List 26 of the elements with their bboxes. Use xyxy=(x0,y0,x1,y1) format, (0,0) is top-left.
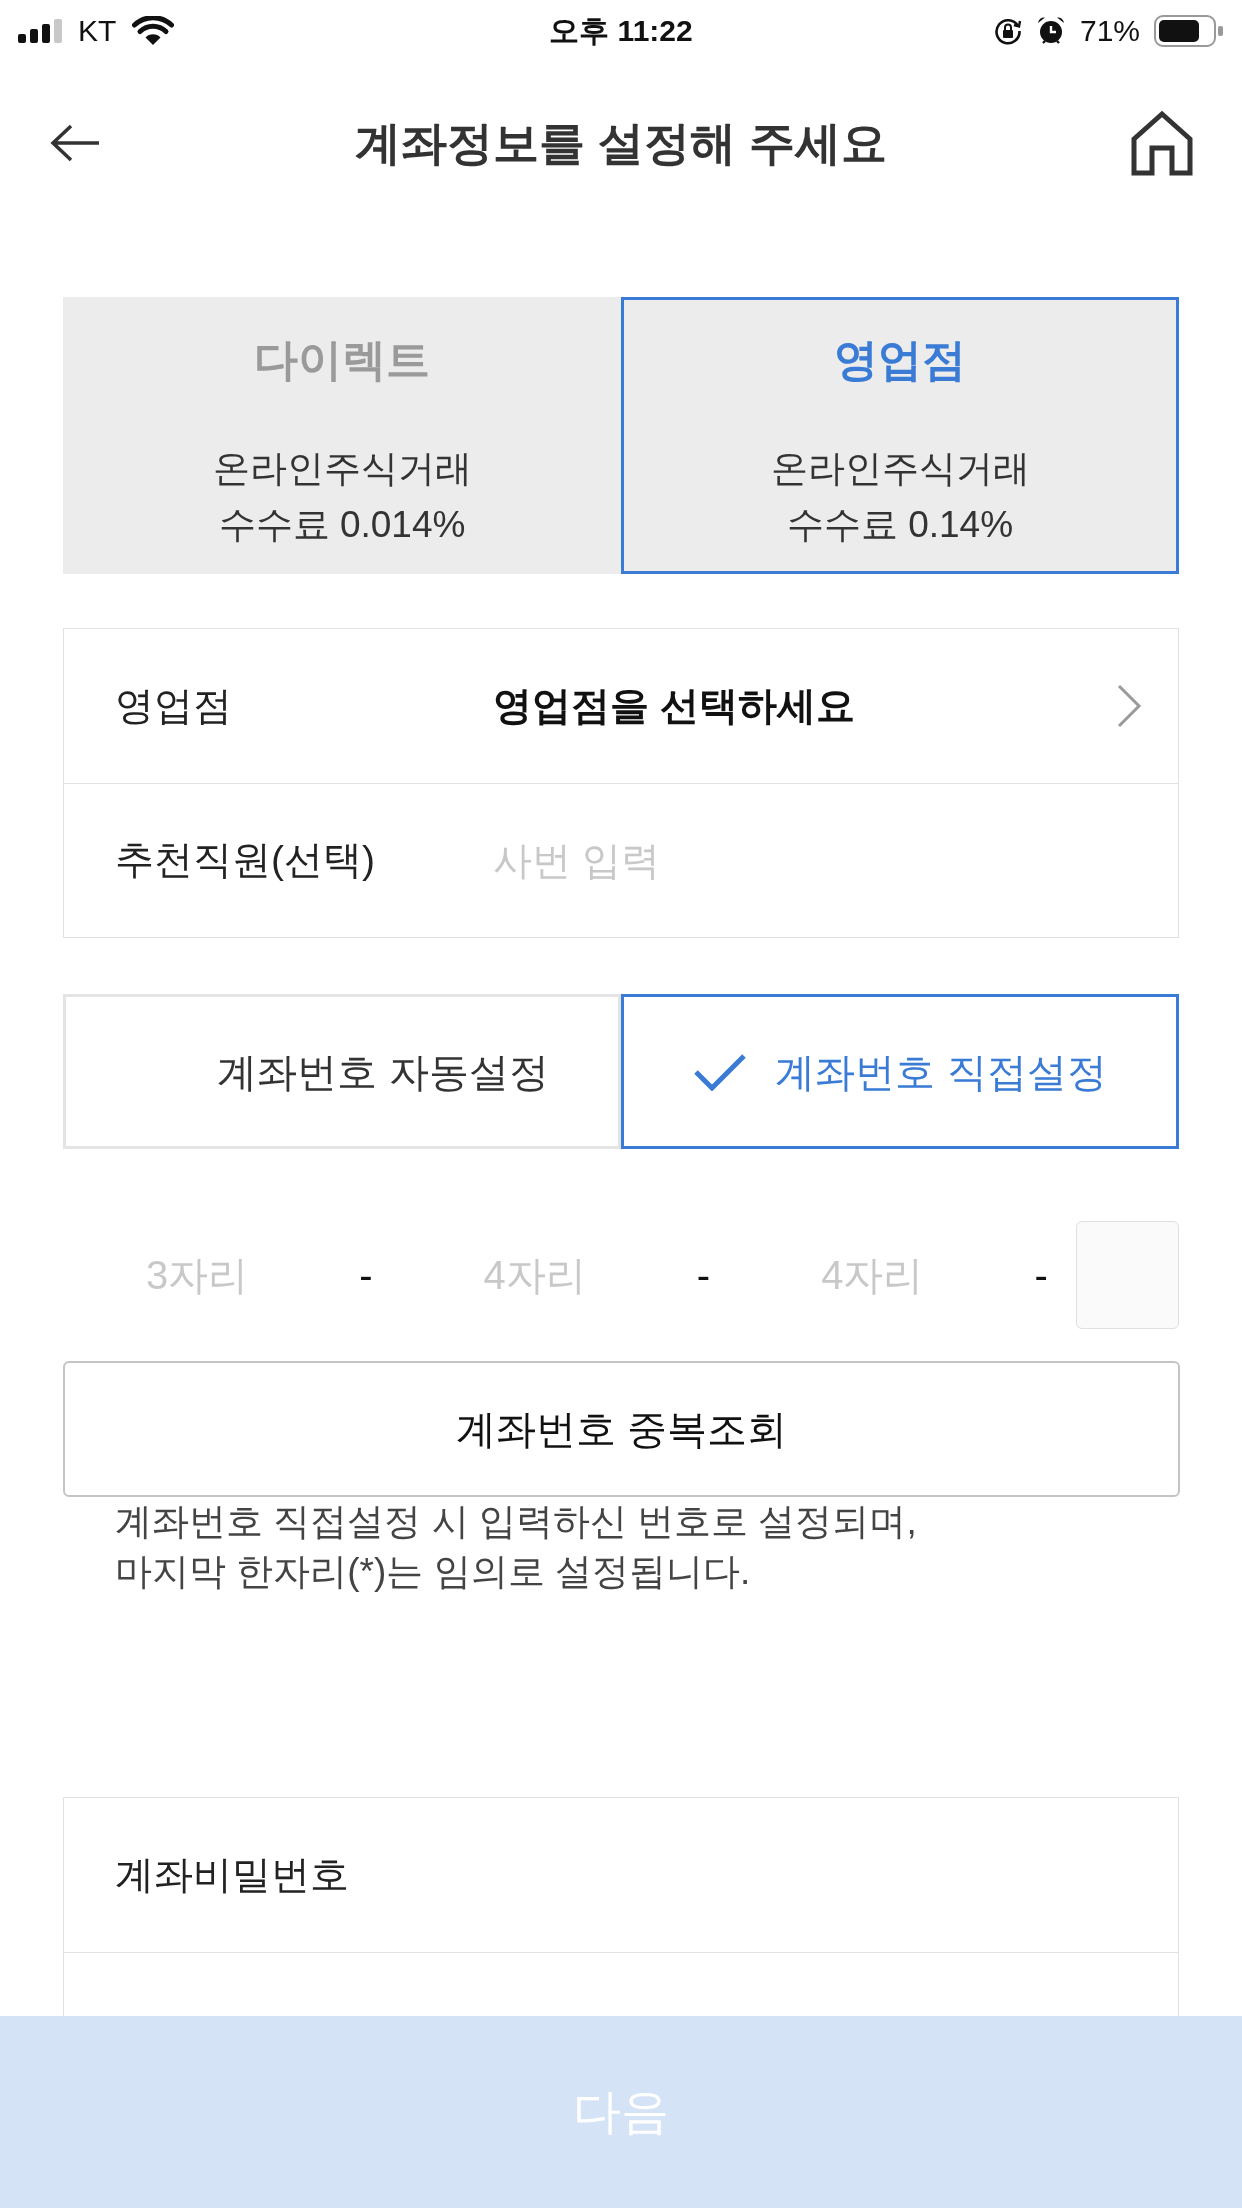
account-type-tab[interactable]: 영업점 온라인주식거래 수수료 0.14% xyxy=(621,297,1179,574)
page-title: 계좌정보를 설정해 주세요 xyxy=(355,115,887,171)
field-label: 영업점 xyxy=(114,682,233,729)
chevron-right-icon xyxy=(1116,683,1142,729)
notice-text: 계좌번호 직접설정 시 입력하신 번호로 설정되며, 마지막 한자리(*)는 임의로 설정됩니다. xyxy=(114,1500,918,1594)
field-label: 계좌비밀번호 xyxy=(114,1851,349,1898)
wifi-icon xyxy=(132,16,175,46)
home-icon xyxy=(1130,110,1194,176)
duplicate-check-button[interactable]: 계좌번호 중복조회 xyxy=(63,1361,1180,1497)
branch-select[interactable]: 영업점을 선택하세요 xyxy=(493,629,1178,783)
number-mode-tab[interactable]: 계좌번호 직접설정 xyxy=(621,994,1179,1149)
number-mode-tab[interactable]: 계좌번호 자동설정 xyxy=(63,994,621,1149)
dash-separator: - xyxy=(695,1252,712,1299)
signal-icon xyxy=(18,19,62,43)
check-icon xyxy=(693,1052,748,1091)
back-arrow-icon xyxy=(49,123,101,163)
account-type-tab[interactable]: 다이렉트 온라인주식거래 수수료 0.014% xyxy=(63,297,621,574)
dash-separator: - xyxy=(1033,1252,1049,1299)
battery-icon xyxy=(1154,15,1224,47)
alarm-clock-icon xyxy=(1035,16,1066,46)
field-label: 추천직원(선택) xyxy=(114,837,376,884)
battery-percent: 71% xyxy=(1079,16,1140,46)
status-time: 오후 11:22 xyxy=(549,16,693,46)
dash-separator: - xyxy=(358,1252,374,1299)
rotation-lock-icon xyxy=(993,17,1022,45)
carrier-name: KT xyxy=(78,16,117,46)
